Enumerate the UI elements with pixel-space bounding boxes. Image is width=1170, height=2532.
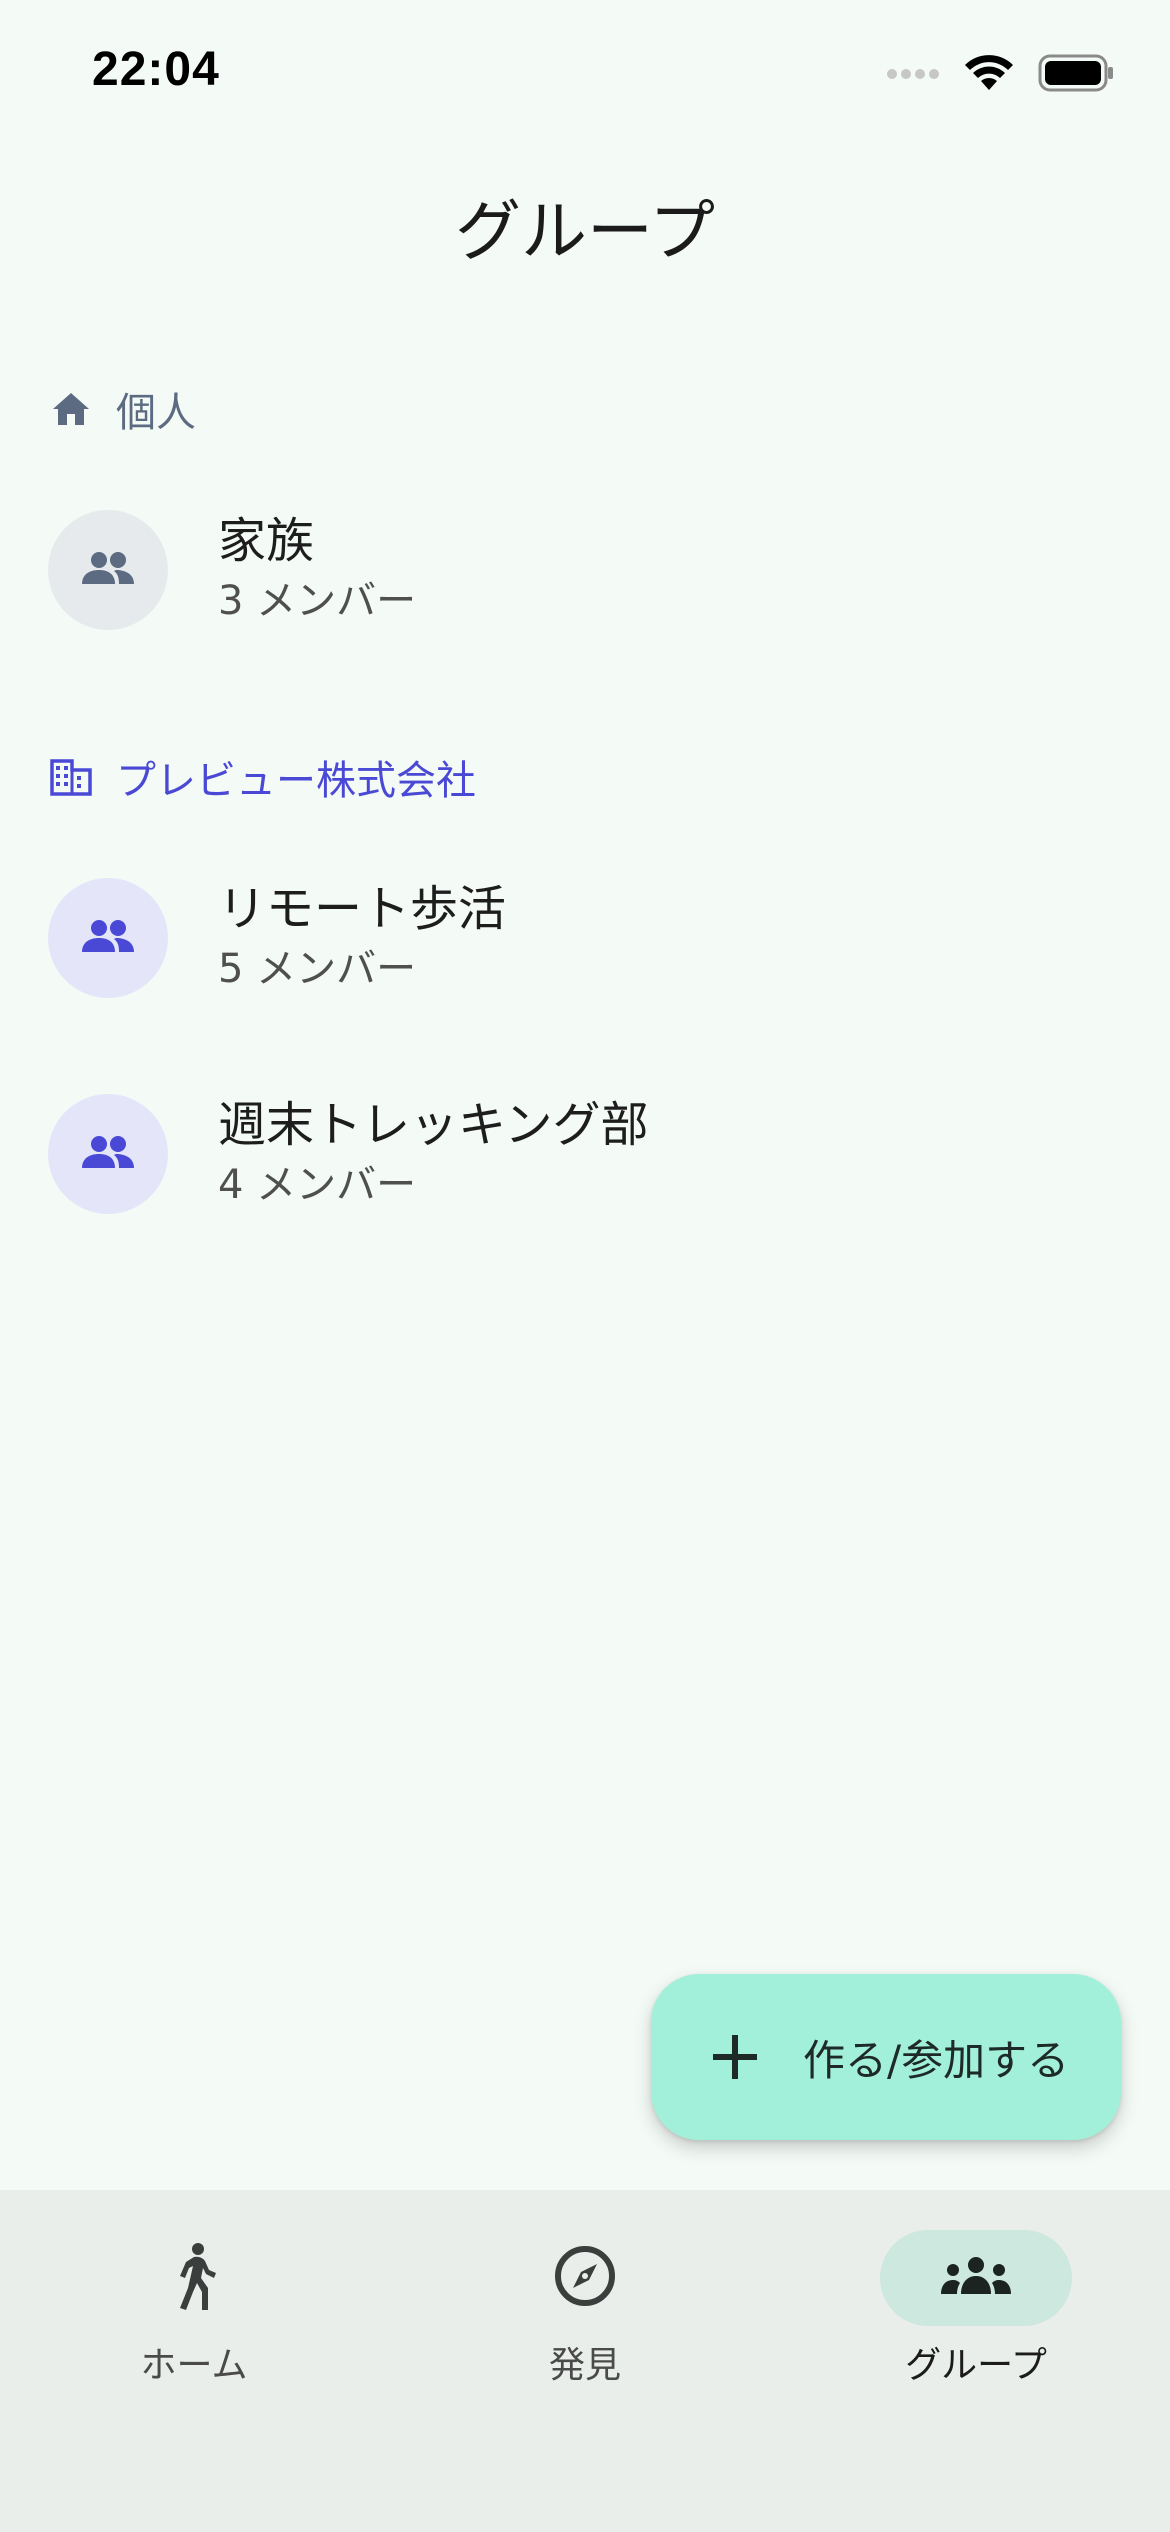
group-text: リモート歩活 5 メンバー <box>218 878 506 998</box>
group-avatar <box>48 878 168 998</box>
section-header-personal: 個人 <box>48 380 196 438</box>
status-bar: 22:04 <box>0 0 1170 150</box>
walking-icon <box>172 2242 216 2314</box>
people-icon <box>79 1134 137 1174</box>
home-icon <box>48 386 94 432</box>
building-icon <box>48 754 94 800</box>
section-header-organization: プレビュー株式会社 <box>48 748 476 806</box>
nav-label-home: ホーム <box>140 2345 248 2386</box>
group-row-weekend-trekking[interactable]: 週末トレッキング部 4 メンバー <box>48 1094 1122 1214</box>
group-member-count: 3 メンバー <box>218 578 417 624</box>
nav-item-home[interactable]: ホーム <box>44 2230 344 2388</box>
status-icons <box>886 54 1114 96</box>
people-icon <box>79 550 137 590</box>
create-join-button[interactable]: 作る/参加する <box>651 1974 1121 2140</box>
group-name: 週末トレッキング部 <box>218 1097 649 1153</box>
group-avatar <box>48 510 168 630</box>
section-label-organization: プレビュー株式会社 <box>116 758 476 804</box>
page-title: グループ <box>454 193 716 270</box>
nav-pill <box>98 2230 290 2326</box>
group-row-remote-walk[interactable]: リモート歩活 5 メンバー <box>48 878 1122 998</box>
status-time: 22:04 <box>92 43 220 96</box>
plus-icon <box>707 2029 763 2085</box>
create-join-label: 作る/参加する <box>803 2035 1070 2085</box>
cellular-signal-icon <box>886 66 940 85</box>
battery-icon <box>1038 54 1114 96</box>
group-text: 家族 3 メンバー <box>218 510 416 630</box>
wifi-icon <box>964 54 1014 96</box>
nav-item-discover[interactable]: 発見 <box>435 2230 735 2388</box>
groups-icon <box>939 2256 1013 2300</box>
nav-label-groups: グループ <box>905 2345 1047 2386</box>
group-name: 家族 <box>218 513 315 569</box>
group-text: 週末トレッキング部 4 メンバー <box>218 1094 649 1214</box>
group-member-count: 4 メンバー <box>218 1162 417 1208</box>
nav-label-discover: 発見 <box>548 2345 621 2386</box>
nav-item-groups[interactable]: グループ <box>826 2230 1126 2388</box>
section-label-personal: 個人 <box>116 390 196 436</box>
nav-pill-active <box>880 2230 1072 2326</box>
group-row-family[interactable]: 家族 3 メンバー <box>48 510 1122 630</box>
group-member-count: 5 メンバー <box>218 946 417 992</box>
group-name: リモート歩活 <box>218 881 507 937</box>
people-icon <box>79 918 137 958</box>
compass-icon <box>553 2244 617 2312</box>
group-avatar <box>48 1094 168 1214</box>
bottom-navigation: ホーム 発見 グループ <box>0 2190 1170 2532</box>
nav-pill <box>489 2230 681 2326</box>
